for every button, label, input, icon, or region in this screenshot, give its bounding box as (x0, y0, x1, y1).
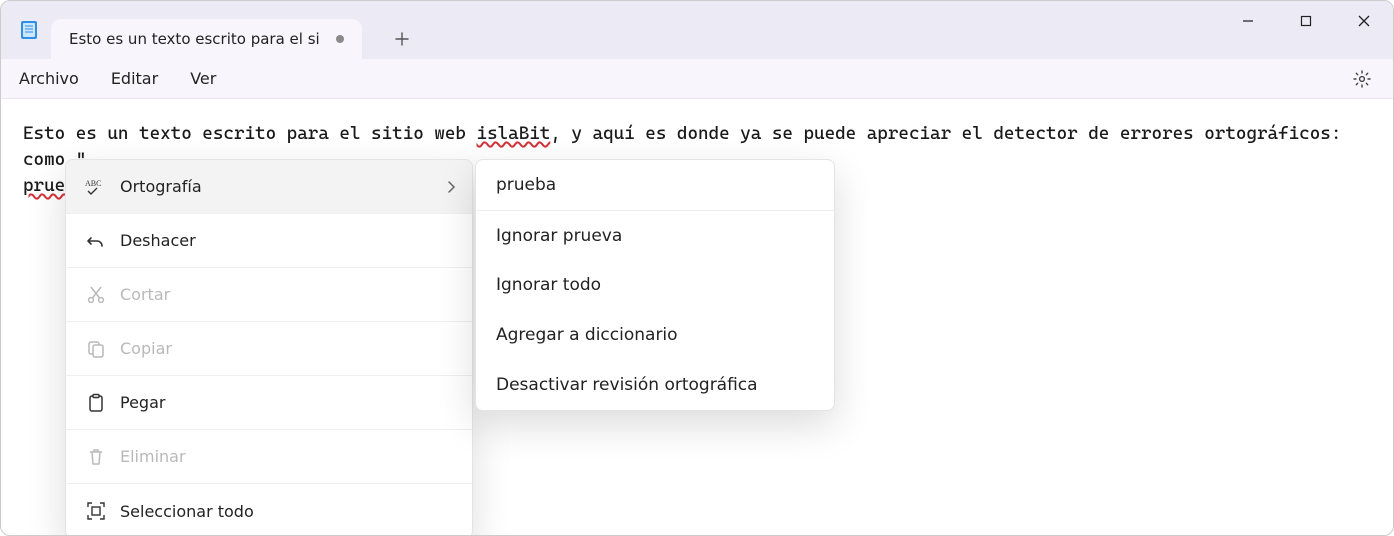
ctx-label: Deshacer (120, 231, 456, 250)
select-all-icon (82, 499, 110, 523)
spelling-ignore-all[interactable]: Ignorar todo (476, 260, 834, 310)
ctx-delete: Eliminar (66, 430, 472, 484)
notepad-app-icon (19, 20, 39, 40)
titlebar-left: Esto es un texto escrito para el si (1, 1, 422, 59)
ctx-label: Pegar (120, 393, 456, 412)
undo-icon (82, 229, 110, 253)
titlebar: Esto es un texto escrito para el si (1, 1, 1393, 59)
close-button[interactable] (1335, 1, 1393, 41)
submenu-label: Ignorar prueva (496, 226, 622, 246)
minimize-button[interactable] (1219, 1, 1277, 41)
tab-title: Esto es un texto escrito para el si (69, 30, 320, 48)
spelling-suggestion[interactable]: prueba (476, 160, 834, 210)
chevron-right-icon (446, 180, 456, 194)
menubar: Archivo Editar Ver (1, 59, 1393, 99)
menu-view[interactable]: Ver (190, 69, 216, 88)
paste-icon (82, 391, 110, 415)
new-tab-button[interactable] (382, 19, 422, 59)
menu-edit[interactable]: Editar (111, 69, 158, 88)
ctx-label: Ortografía (120, 177, 446, 196)
ctx-select-all[interactable]: Seleccionar todo (66, 484, 472, 536)
ctx-label: Cortar (120, 285, 456, 304)
unsaved-indicator-icon (336, 35, 344, 43)
spelling-add-dictionary[interactable]: Agregar a diccionario (476, 310, 834, 360)
spelling-ignore-once[interactable]: Ignorar prueva (476, 210, 834, 260)
settings-button[interactable] (1349, 66, 1375, 92)
copy-icon (82, 337, 110, 361)
ctx-undo[interactable]: Deshacer (66, 214, 472, 268)
context-menu: ABC Ortografía Deshacer Cortar Copiar (65, 159, 473, 536)
ctx-label: Seleccionar todo (120, 502, 456, 521)
cut-icon (82, 283, 110, 307)
ctx-cut: Cortar (66, 268, 472, 322)
svg-text:ABC: ABC (85, 179, 101, 188)
ctx-label: Copiar (120, 339, 456, 358)
menu-file[interactable]: Archivo (19, 69, 79, 88)
spellcheck-icon: ABC (82, 175, 110, 199)
maximize-button[interactable] (1277, 1, 1335, 41)
misspelled-word: islaBit (477, 123, 551, 144)
spelling-disable[interactable]: Desactivar revisión ortográfica (476, 360, 834, 410)
submenu-label: Desactivar revisión ortográfica (496, 375, 758, 395)
ctx-spelling[interactable]: ABC Ortografía (66, 160, 472, 214)
ctx-copy: Copiar (66, 322, 472, 376)
editor-text: Esto es un texto escrito para el sitio w… (23, 123, 477, 144)
ctx-label: Eliminar (120, 447, 456, 466)
submenu-label: Ignorar todo (496, 275, 601, 295)
submenu-label: prueba (496, 175, 556, 195)
window-controls (1219, 1, 1393, 41)
app-window: Esto es un texto escrito para el si Arch… (0, 0, 1394, 536)
submenu-label: Agregar a diccionario (496, 325, 678, 345)
spelling-submenu: prueba Ignorar prueva Ignorar todo Agreg… (475, 159, 835, 411)
document-tab[interactable]: Esto es un texto escrito para el si (51, 19, 362, 59)
trash-icon (82, 445, 110, 469)
ctx-paste[interactable]: Pegar (66, 376, 472, 430)
